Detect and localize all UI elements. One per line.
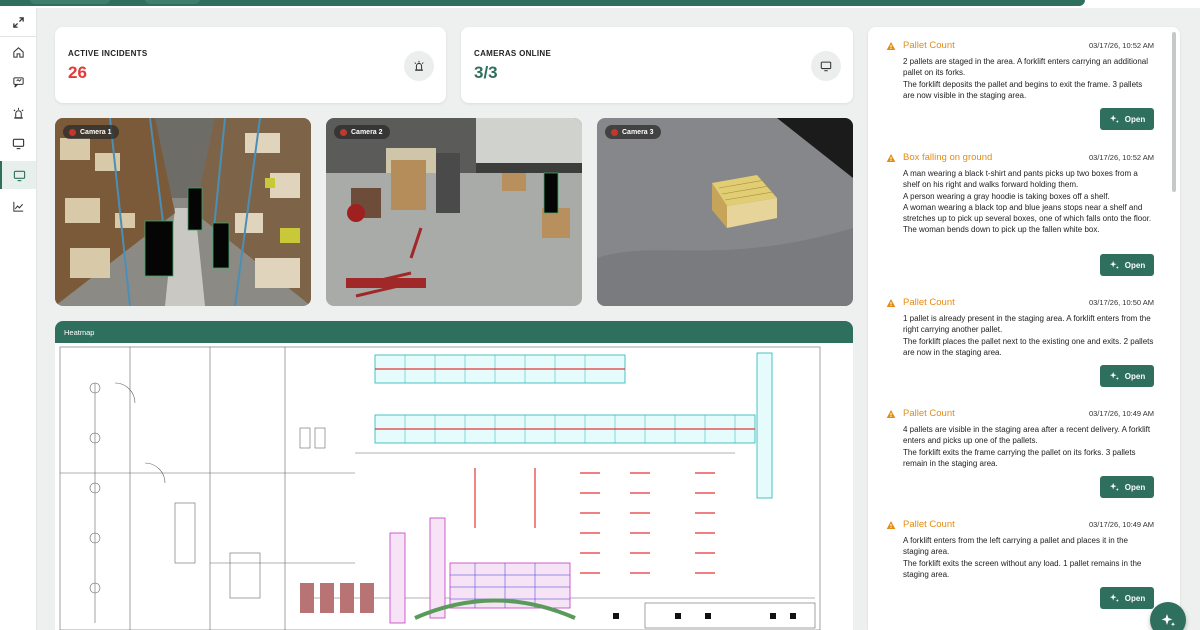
camera-1-label: Camera 1 <box>80 128 112 136</box>
alert-line: A woman wearing a black top and blue jea… <box>903 202 1152 224</box>
alert-line: 1 pallet is already present in the stagi… <box>903 314 1151 335</box>
heatmap-title: Heatmap <box>55 321 853 343</box>
cameras-online-label: CAMERAS ONLINE <box>474 49 552 58</box>
alert-line: The woman bends down to pick up the fall… <box>903 225 1100 235</box>
alert-line: The forklift exits the frame carrying th… <box>903 447 1136 468</box>
sidebar-item-monitor[interactable] <box>0 129 36 157</box>
cameras-icon-badge <box>811 51 841 81</box>
recording-dot <box>69 128 76 136</box>
cameras-online-value: 3/3 <box>474 63 498 82</box>
chart-line-icon <box>12 201 23 212</box>
sparkle-icon <box>1109 593 1119 603</box>
home-icon <box>12 46 24 58</box>
camera-1-image <box>55 118 311 306</box>
camera-3-label: Camera 3 <box>622 128 654 136</box>
sparkle-icon <box>1109 371 1119 381</box>
active-incidents-card[interactable]: ACTIVE INCIDENTS 26 <box>55 27 446 103</box>
monitor-icon <box>13 170 25 181</box>
alert-title: Box falling on ground <box>903 152 993 163</box>
alert-description: A forklift enters from the left carrying… <box>903 535 1156 580</box>
camera-2-image <box>326 118 582 306</box>
sparkle-icon <box>1109 114 1119 124</box>
alert-line: A forklift enters from the left carrying… <box>903 536 1128 557</box>
alert-line: The forklift exits the screen without an… <box>903 558 1142 579</box>
alert-item[interactable]: Pallet Count 03/17/26, 10:49 AM 4 pallet… <box>886 408 1156 469</box>
alert-timestamp: 03/17/26, 10:52 AM <box>1088 153 1154 162</box>
alert-timestamp: 03/17/26, 10:50 AM <box>1088 298 1154 307</box>
floorplan-drawing <box>55 343 853 630</box>
alert-timestamp: 03/17/26, 10:49 AM <box>1088 409 1154 418</box>
alert-item[interactable]: Pallet Count 03/17/26, 10:52 AM 2 pallet… <box>886 40 1156 101</box>
ai-assistant-button[interactable] <box>1150 602 1186 630</box>
open-alert-button[interactable]: Open <box>1100 254 1154 276</box>
camera-3-tag: Camera 3 <box>605 125 661 139</box>
monitor-icon <box>820 61 832 72</box>
monitor-icon <box>12 138 24 149</box>
open-alert-button[interactable]: Open <box>1100 476 1154 498</box>
warning-icon <box>886 410 896 418</box>
open-button-label: Open <box>1124 482 1146 492</box>
alert-title: Pallet Count <box>903 297 955 308</box>
alert-line: The forklift places the pallet next to t… <box>903 336 1154 357</box>
alert-title: Pallet Count <box>903 519 955 530</box>
sparkle-icon <box>1161 614 1176 627</box>
expand-icon <box>12 16 24 28</box>
alert-description: A man wearing a black t-shirt and pants … <box>903 168 1156 236</box>
open-alert-button[interactable]: Open <box>1100 587 1154 609</box>
sidebar-item-chat[interactable] <box>0 68 36 96</box>
warning-icon <box>886 299 896 307</box>
alert-title: Pallet Count <box>903 408 955 419</box>
sidebar-item-home[interactable] <box>0 38 36 66</box>
camera-3-image <box>597 118 853 306</box>
open-button-label: Open <box>1124 371 1146 381</box>
camera-1-tag: Camera 1 <box>63 125 119 139</box>
alert-line: A person wearing a gray hoodie is taking… <box>903 191 1110 201</box>
active-incidents-label: ACTIVE INCIDENTS <box>68 49 148 58</box>
siren-icon <box>414 60 424 71</box>
alerts-scrollbar[interactable] <box>1172 32 1176 192</box>
alert-line: 2 pallets are staged in the area. A fork… <box>903 57 1149 78</box>
camera-2-label: Camera 2 <box>351 128 383 136</box>
open-alert-button[interactable]: Open <box>1100 108 1154 130</box>
open-alert-button[interactable]: Open <box>1100 365 1154 387</box>
sidebar <box>0 8 37 630</box>
alert-item[interactable]: Pallet Count 03/17/26, 10:49 AM A forkli… <box>886 519 1156 580</box>
recording-dot <box>340 128 347 136</box>
siren-icon <box>12 107 24 119</box>
incidents-icon-badge <box>404 51 434 81</box>
alert-description: 4 pallets are visible in the staging are… <box>903 424 1156 469</box>
alert-timestamp: 03/17/26, 10:52 AM <box>1088 41 1154 50</box>
camera-feed-3[interactable]: Camera 3 <box>597 118 853 306</box>
camera-2-tag: Camera 2 <box>334 125 390 139</box>
camera-feed-2[interactable]: Camera 2 <box>326 118 582 306</box>
sparkle-icon <box>1109 260 1119 270</box>
warning-icon <box>886 154 896 162</box>
cameras-online-card[interactable]: CAMERAS ONLINE 3/3 <box>461 27 853 103</box>
sidebar-item-cameras[interactable] <box>0 161 36 189</box>
alert-line: The forklift deposits the pallet and beg… <box>903 79 1143 100</box>
alert-title: Pallet Count <box>903 40 955 51</box>
open-button-label: Open <box>1124 260 1146 270</box>
expand-button[interactable] <box>0 8 36 36</box>
alert-description: 2 pallets are staged in the area. A fork… <box>903 56 1156 101</box>
camera-feed-1[interactable]: Camera 1 <box>55 118 311 306</box>
warning-icon <box>886 42 896 50</box>
alert-description: 1 pallet is already present in the stagi… <box>903 313 1156 358</box>
sidebar-item-analytics[interactable] <box>0 192 36 220</box>
top-banner <box>0 0 1200 8</box>
active-incidents-value: 26 <box>68 63 87 82</box>
warning-icon <box>886 521 896 529</box>
chat-icon <box>12 76 24 88</box>
sidebar-item-incidents[interactable] <box>0 99 36 127</box>
sparkle-icon <box>1109 482 1119 492</box>
recording-dot <box>611 128 618 136</box>
alert-timestamp: 03/17/26, 10:49 AM <box>1088 520 1154 529</box>
open-button-label: Open <box>1124 593 1146 603</box>
alert-item[interactable]: Box falling on ground 03/17/26, 10:52 AM… <box>886 152 1156 236</box>
alert-item[interactable]: Pallet Count 03/17/26, 10:50 AM 1 pallet… <box>886 297 1156 358</box>
open-button-label: Open <box>1124 114 1146 124</box>
heatmap-panel[interactable]: Heatmap <box>55 321 853 630</box>
alert-line: 4 pallets are visible in the staging are… <box>903 425 1151 446</box>
alert-line: A man wearing a black t-shirt and pants … <box>903 169 1138 190</box>
